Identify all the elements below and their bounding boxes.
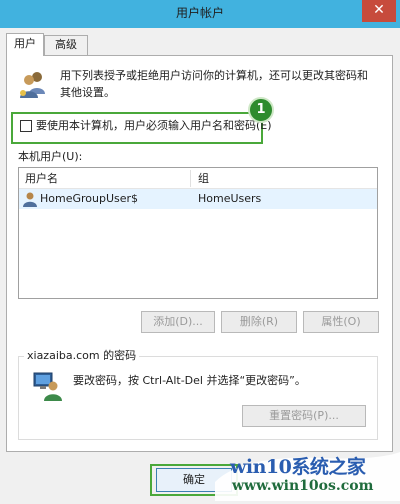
reset-password-button[interactable]: 重置密码(P)... [242,405,366,427]
require-login-checkbox[interactable] [20,120,32,132]
add-button[interactable]: 添加(D)... [141,311,215,333]
remove-button[interactable]: 删除(R) [221,311,297,333]
tab-advanced[interactable]: 高级 [44,35,88,55]
window-title: 用户帐户 [175,6,224,20]
computer-user-icon [32,371,62,401]
tab-label: 高级 [55,38,77,51]
user-icon [22,191,38,207]
users-list-label: 本机用户(U): [18,150,83,163]
watermark-title: win10系统之家 [230,456,366,478]
row-group: HomeUsers [198,192,262,205]
watermark-url: www.win10os.com [232,478,374,494]
row-username: HomeGroupUser$ [40,192,139,205]
require-login-label[interactable]: 要使用本计算机，用户必须输入用户名和密码(E) [36,118,272,134]
users-icon [17,68,49,100]
step-badge: 1 [248,97,274,123]
intro-text: 用下列表授予或拒绝用户访问你的计算机，还可以更改其密码和其他设置。 [60,69,368,99]
close-icon: ✕ [373,2,385,18]
tab-label: 用户 [14,37,36,50]
column-divider[interactable] [190,170,191,187]
password-group [18,356,378,440]
tab-users[interactable]: 用户 [6,33,44,56]
password-instructions: 要改密码，按 Ctrl-Alt-Del 并选择“更改密码”。 [73,374,306,387]
close-button[interactable]: ✕ [362,0,396,22]
password-group-title: xiazaiba.com 的密码 [24,347,140,363]
properties-button[interactable]: 属性(O) [303,311,379,333]
column-header-group[interactable]: 组 [198,168,209,189]
column-header-username[interactable]: 用户名 [25,168,58,189]
